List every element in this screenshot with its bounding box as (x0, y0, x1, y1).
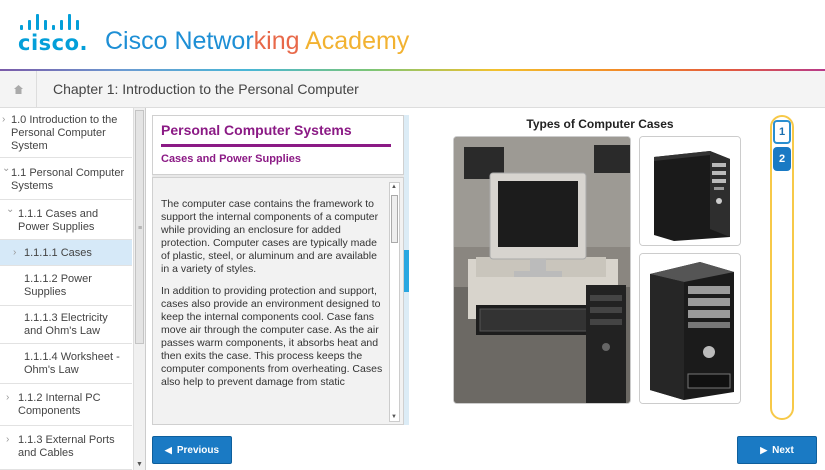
previous-button[interactable]: ◀ Previous (152, 436, 232, 464)
content-body: The computer case contains the framework… (161, 198, 386, 398)
sidebar-item-label: 1.1.1.4 Worksheet - Ohm's Law (24, 351, 120, 376)
chevron-right-icon: › (6, 392, 10, 403)
sidebar-item-label: 1.1.1.3 Electricity and Ohm's Law (24, 312, 108, 337)
page-indicator: 1 2 (770, 115, 794, 420)
grip-icon: ≡ (138, 225, 143, 232)
minitower-case-photo (639, 136, 741, 246)
arrow-right-icon: ▶ (760, 444, 768, 455)
sidebar-item-1-1-1-1[interactable]: › 1.1.1.1 Cases (0, 240, 132, 266)
sidebar-item-1-1-2[interactable]: › 1.1.2 Internal PC Components (0, 384, 132, 426)
chapter-title: Chapter 1: Introduction to the Personal … (53, 81, 359, 97)
chapter-bar: Chapter 1: Introduction to the Personal … (0, 71, 825, 108)
content-paragraph: In addition to providing protection and … (161, 285, 383, 388)
tower-case-photo (639, 253, 741, 404)
academy-title-part-2: king (253, 27, 306, 55)
previous-label: Previous (176, 444, 220, 456)
sidebar-item-label: 1.1.1.1 Cases (24, 247, 92, 259)
sidebar-scrollbar-thumb[interactable]: ≡ (135, 110, 144, 344)
sidebar-item-1-1[interactable]: ⌄ 1.1 Personal Computer Systems (0, 158, 132, 200)
content-paragraph: The computer case contains the framework… (161, 198, 379, 275)
title-rule (161, 144, 391, 147)
content-title: Personal Computer Systems (161, 122, 352, 138)
cisco-logo: cisco. (18, 14, 93, 55)
sidebar-item-label: 1.1.1.2 Power Supplies (24, 273, 92, 298)
sidebar-item-label: 1.1.2 Internal PC Components (18, 392, 101, 417)
panel-divider-handle[interactable] (404, 250, 409, 292)
next-button[interactable]: ▶ Next (737, 436, 817, 464)
sidebar-toc: › 1.0 Introduction to the Personal Compu… (0, 108, 146, 470)
desktop-case-photo (453, 136, 631, 404)
chevron-right-icon: › (6, 434, 10, 445)
scroll-down-arrow-icon[interactable]: ▼ (136, 461, 143, 468)
academy-title-part-1: Cisco Networ (105, 27, 254, 55)
content-panel: Personal Computer Systems Cases and Powe… (152, 115, 404, 425)
page-1-button[interactable]: 1 (773, 120, 791, 144)
sidebar-item-label: 1.1.1 Cases and Power Supplies (18, 208, 99, 233)
sidebar-item-1-1-1[interactable]: ⌄ 1.1.1 Cases and Power Supplies (0, 200, 132, 240)
academy-title: Cisco Networking Academy (105, 27, 409, 56)
academy-title-part-3: Academy (305, 27, 410, 55)
chevron-down-icon: ⌄ (2, 163, 11, 174)
sidebar-item-1-1-3[interactable]: › 1.1.3 External Ports and Cables (0, 426, 132, 470)
sidebar-item-1-0[interactable]: › 1.0 Introduction to the Personal Compu… (0, 108, 132, 158)
arrow-left-icon: ◀ (164, 444, 172, 455)
content-header: Personal Computer Systems Cases and Powe… (152, 115, 404, 175)
media-title: Types of Computer Cases (526, 117, 674, 131)
sidebar-item-1-1-1-4[interactable]: 1.1.1.4 Worksheet - Ohm's Law (0, 344, 132, 384)
minitower-computer-icon (640, 137, 740, 245)
chevron-down-icon: ⌄ (6, 204, 15, 215)
next-label: Next (772, 444, 794, 456)
tower-computer-icon (640, 254, 740, 403)
chevron-right-icon: › (13, 247, 17, 258)
content-scrollbar-thumb[interactable] (391, 195, 398, 243)
sidebar-scrollbar[interactable]: ≡ ▼ (133, 108, 145, 470)
home-icon[interactable] (0, 71, 37, 107)
sidebar-item-1-1-1-3[interactable]: 1.1.1.3 Electricity and Ohm's Law (0, 306, 132, 344)
content-scrollbar[interactable]: ▲ ▼ (389, 182, 400, 422)
desktop-computer-icon (454, 137, 630, 403)
sidebar-item-label: 1.0 Introduction to the Personal Compute… (11, 114, 118, 152)
sidebar-item-1-1-1-2[interactable]: 1.1.1.2 Power Supplies (0, 266, 132, 306)
header: cisco. Cisco Networking Academy (0, 0, 825, 70)
content-subtitle: Cases and Power Supplies (161, 153, 301, 165)
sidebar-item-label: 1.1 Personal Computer Systems (11, 167, 125, 192)
cisco-bars-icon (20, 14, 80, 30)
chevron-right-icon: › (2, 114, 6, 125)
content-text-area[interactable]: The computer case contains the framework… (152, 177, 404, 425)
scroll-up-arrow-icon[interactable]: ▲ (391, 184, 397, 190)
page-2-button[interactable]: 2 (773, 147, 791, 171)
cisco-wordmark: cisco. (18, 31, 88, 55)
scroll-down-arrow-icon[interactable]: ▼ (391, 414, 397, 420)
sidebar-item-label: 1.1.3 External Ports and Cables (18, 434, 115, 459)
